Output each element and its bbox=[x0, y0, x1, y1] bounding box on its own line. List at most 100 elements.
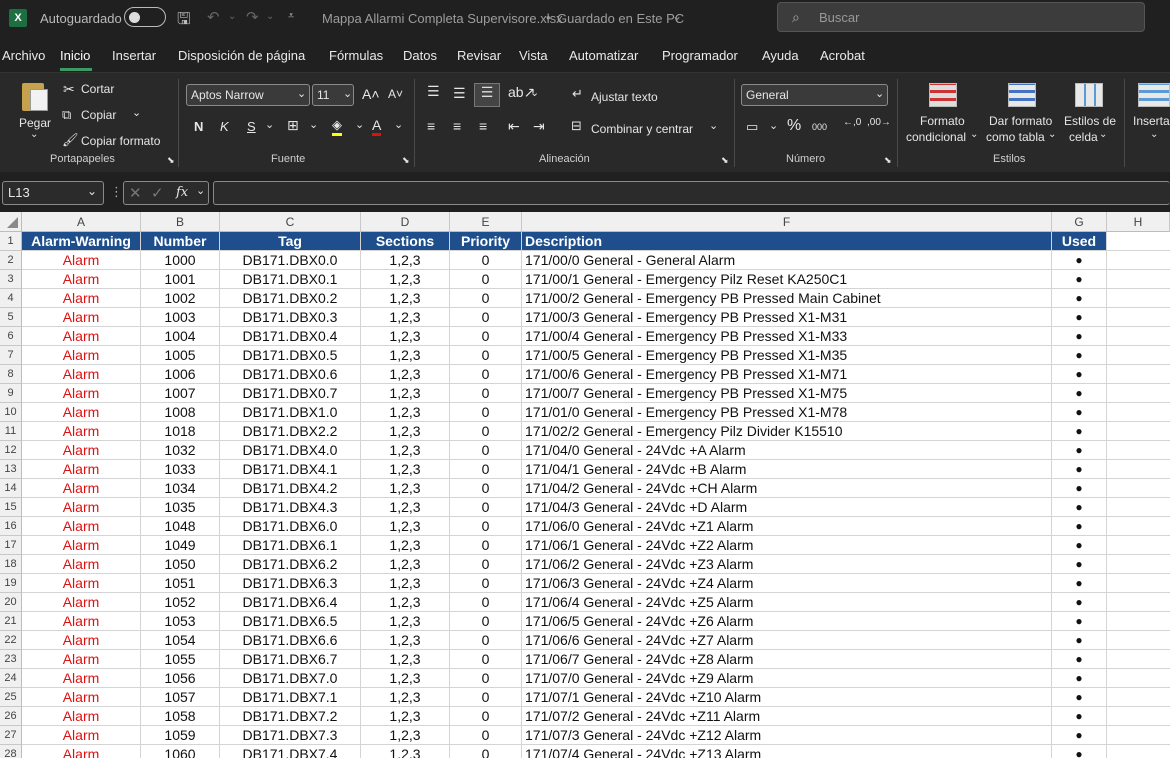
column-header-a[interactable]: A bbox=[22, 212, 141, 232]
table-cell[interactable]: ● bbox=[1052, 479, 1107, 498]
row-header[interactable]: 3 bbox=[0, 270, 22, 289]
cancel-icon[interactable]: ✕ bbox=[129, 184, 142, 202]
table-cell[interactable]: Alarm bbox=[22, 327, 141, 346]
copy-button[interactable]: Copiar bbox=[81, 108, 116, 122]
table-cell[interactable]: 1007 bbox=[141, 384, 220, 403]
tab-programador[interactable]: Programador bbox=[662, 48, 738, 63]
table-cell[interactable]: ● bbox=[1052, 384, 1107, 403]
table-cell[interactable]: ● bbox=[1052, 365, 1107, 384]
table-cell[interactable]: ● bbox=[1052, 422, 1107, 441]
row-header[interactable]: 15 bbox=[0, 498, 22, 517]
table-cell[interactable]: 171/00/5 General - Emergency PB Pressed … bbox=[522, 346, 1052, 365]
empty-cell[interactable] bbox=[1107, 517, 1170, 536]
number-launcher-icon[interactable]: ⬊ bbox=[884, 155, 892, 166]
number-format-select[interactable]: General ⌄ bbox=[741, 84, 888, 106]
table-cell[interactable]: Alarm bbox=[22, 669, 141, 688]
table-cell[interactable]: 171/06/3 General - 24Vdc +Z4 Alarm bbox=[522, 574, 1052, 593]
table-cell[interactable]: 1003 bbox=[141, 308, 220, 327]
table-cell[interactable]: DB171.DBX2.2 bbox=[220, 422, 361, 441]
table-cell[interactable]: 171/06/7 General - 24Vdc +Z8 Alarm bbox=[522, 650, 1052, 669]
wrap-text-icon[interactable]: ↵ bbox=[572, 86, 583, 102]
align-center-icon[interactable]: ≡ bbox=[453, 118, 461, 134]
table-cell[interactable]: 171/00/7 General - Emergency PB Pressed … bbox=[522, 384, 1052, 403]
empty-cell[interactable] bbox=[1107, 441, 1170, 460]
table-cell[interactable]: Alarm bbox=[22, 536, 141, 555]
conditional-dropdown-icon[interactable]: ⌄ bbox=[970, 129, 978, 140]
table-cell[interactable]: ● bbox=[1052, 327, 1107, 346]
table-cell[interactable]: Alarm bbox=[22, 574, 141, 593]
table-cell[interactable]: ● bbox=[1052, 308, 1107, 327]
table-cell[interactable]: 1055 bbox=[141, 650, 220, 669]
table-cell[interactable]: 171/06/5 General - 24Vdc +Z6 Alarm bbox=[522, 612, 1052, 631]
table-cell[interactable]: DB171.DBX0.0 bbox=[220, 251, 361, 270]
table-cell[interactable]: 171/02/2 General - Emergency Pilz Divide… bbox=[522, 422, 1052, 441]
table-cell[interactable]: 1,2,3 bbox=[361, 251, 450, 270]
tab-datos[interactable]: Datos bbox=[403, 48, 437, 63]
table-cell[interactable]: Alarm bbox=[22, 289, 141, 308]
row-header[interactable]: 9 bbox=[0, 384, 22, 403]
row-header[interactable]: 17 bbox=[0, 536, 22, 555]
table-cell[interactable]: DB171.DBX7.1 bbox=[220, 688, 361, 707]
table-cell[interactable]: 0 bbox=[450, 555, 522, 574]
row-header[interactable]: 7 bbox=[0, 346, 22, 365]
table-cell[interactable]: 0 bbox=[450, 688, 522, 707]
row-header[interactable]: 23 bbox=[0, 650, 22, 669]
table-cell[interactable]: 0 bbox=[450, 726, 522, 745]
table-cell[interactable]: 171/07/4 General - 24Vdc +Z13 Alarm bbox=[522, 745, 1052, 758]
table-cell[interactable]: DB171.DBX0.4 bbox=[220, 327, 361, 346]
row-header[interactable]: 20 bbox=[0, 593, 22, 612]
table-cell[interactable]: 171/04/2 General - 24Vdc +CH Alarm bbox=[522, 479, 1052, 498]
table-cell[interactable]: 1,2,3 bbox=[361, 403, 450, 422]
table-cell[interactable]: ● bbox=[1052, 346, 1107, 365]
table-cell[interactable]: 1,2,3 bbox=[361, 631, 450, 650]
table-cell[interactable]: Alarm bbox=[22, 498, 141, 517]
row-header[interactable]: 1 bbox=[0, 232, 22, 251]
table-cell[interactable]: DB171.DBX6.2 bbox=[220, 555, 361, 574]
decrease-decimal-icon[interactable]: ,00→ bbox=[867, 117, 891, 128]
row-header[interactable]: 6 bbox=[0, 327, 22, 346]
column-header-c[interactable]: C bbox=[220, 212, 361, 232]
table-cell[interactable]: 0 bbox=[450, 536, 522, 555]
table-cell[interactable]: 1,2,3 bbox=[361, 650, 450, 669]
redo-icon[interactable]: ↷ bbox=[246, 8, 259, 26]
empty-cell[interactable] bbox=[1107, 669, 1170, 688]
percent-button[interactable]: % bbox=[787, 117, 801, 135]
table-cell[interactable]: 0 bbox=[450, 441, 522, 460]
table-cell[interactable]: 171/01/0 General - Emergency PB Pressed … bbox=[522, 403, 1052, 422]
empty-cell[interactable] bbox=[1107, 346, 1170, 365]
table-cell[interactable]: ● bbox=[1052, 498, 1107, 517]
tab-insertar[interactable]: Insertar bbox=[112, 48, 156, 63]
table-cell[interactable]: DB171.DBX6.7 bbox=[220, 650, 361, 669]
table-cell[interactable]: 171/00/6 General - Emergency PB Pressed … bbox=[522, 365, 1052, 384]
tab-archivo[interactable]: Archivo bbox=[2, 48, 45, 63]
table-cell[interactable]: ● bbox=[1052, 650, 1107, 669]
table-cell[interactable]: 171/06/4 General - 24Vdc +Z5 Alarm bbox=[522, 593, 1052, 612]
formula-input[interactable] bbox=[213, 181, 1170, 205]
row-header[interactable]: 22 bbox=[0, 631, 22, 650]
table-cell[interactable]: 1,2,3 bbox=[361, 707, 450, 726]
table-cell[interactable]: Alarm bbox=[22, 479, 141, 498]
borders-icon[interactable]: ⊞ bbox=[287, 117, 299, 134]
table-cell[interactable]: 171/04/1 General - 24Vdc +B Alarm bbox=[522, 460, 1052, 479]
table-cell[interactable]: 171/00/0 General - General Alarm bbox=[522, 251, 1052, 270]
accounting-dropdown-icon[interactable]: ⌄ bbox=[769, 119, 778, 132]
format-table-dropdown-icon[interactable]: ⌄ bbox=[1048, 129, 1056, 140]
cell-styles-label[interactable]: Estilos de bbox=[1064, 114, 1116, 128]
excel-logo-icon[interactable]: X bbox=[9, 9, 27, 27]
table-cell[interactable]: Alarm bbox=[22, 346, 141, 365]
empty-cell[interactable] bbox=[1107, 403, 1170, 422]
empty-cell[interactable] bbox=[1107, 365, 1170, 384]
empty-cell[interactable] bbox=[1107, 289, 1170, 308]
table-cell[interactable]: 1034 bbox=[141, 479, 220, 498]
table-cell[interactable]: ● bbox=[1052, 517, 1107, 536]
wrap-text-button[interactable]: Ajustar texto bbox=[591, 90, 658, 104]
table-cell[interactable]: 1,2,3 bbox=[361, 460, 450, 479]
row-header[interactable]: 2 bbox=[0, 251, 22, 270]
row-header[interactable]: 12 bbox=[0, 441, 22, 460]
fill-color-dropdown-icon[interactable]: ⌄ bbox=[355, 118, 364, 131]
table-cell[interactable]: 1049 bbox=[141, 536, 220, 555]
empty-cell[interactable] bbox=[1107, 631, 1170, 650]
table-cell[interactable]: 1,2,3 bbox=[361, 574, 450, 593]
row-header[interactable]: 11 bbox=[0, 422, 22, 441]
alignment-launcher-icon[interactable]: ⬊ bbox=[721, 155, 729, 166]
